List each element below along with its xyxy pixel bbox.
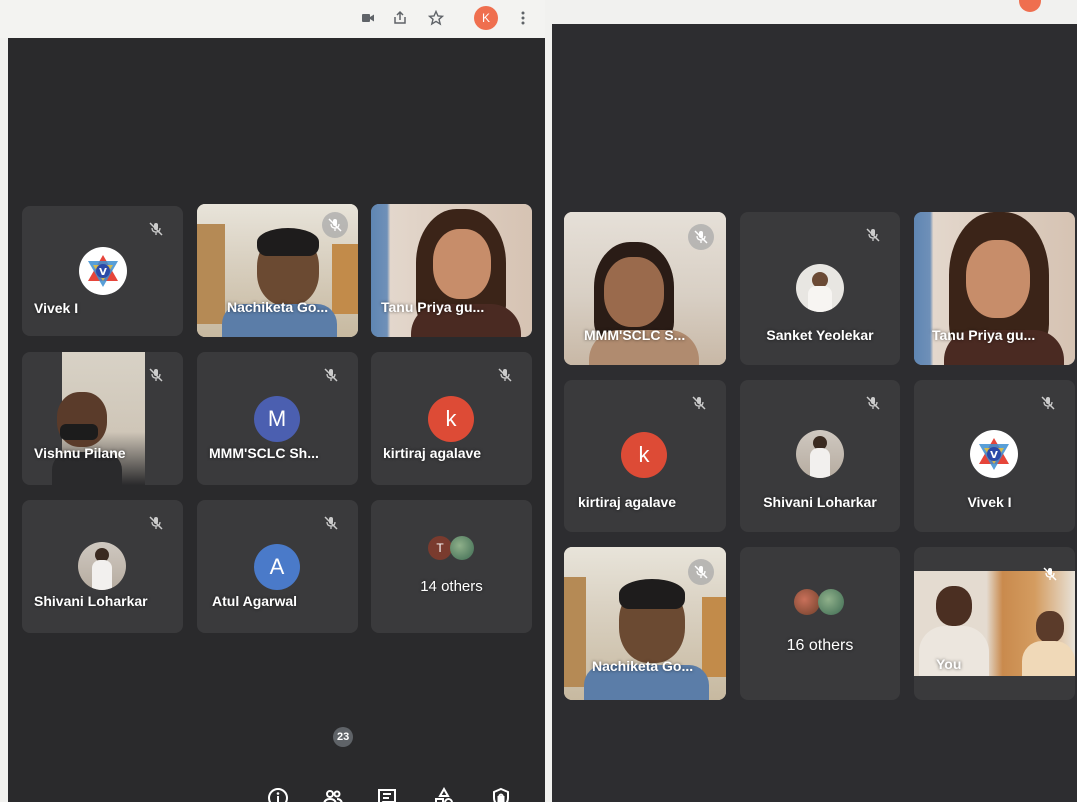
participant-tile[interactable]: MMM'SCLC S... xyxy=(564,212,726,365)
participant-tile[interactable]: Shivani Loharkar xyxy=(740,380,900,532)
vivek-logo-icon: V xyxy=(970,430,1018,478)
mic-off-icon xyxy=(143,216,169,242)
more-icon[interactable] xyxy=(512,7,534,29)
participant-tile[interactable]: A Atul Agarwal xyxy=(197,500,358,633)
mic-off-icon xyxy=(492,362,518,388)
participant-name: Atul Agarwal xyxy=(212,593,298,609)
participant-tile[interactable]: Nachiketa Go... xyxy=(197,204,358,337)
mic-off-icon xyxy=(318,362,344,388)
activities-icon[interactable] xyxy=(429,783,459,802)
participant-tile[interactable]: Vishnu Pilane xyxy=(22,352,183,485)
participant-name: Sanket Yeolekar xyxy=(766,327,874,343)
participant-tile[interactable]: k kirtiraj agalave xyxy=(564,380,726,532)
participant-count-badge: 23 xyxy=(333,727,354,747)
participant-tile[interactable]: Tanu Priya gu... xyxy=(914,212,1075,365)
others-tile[interactable]: T 14 others xyxy=(371,500,532,633)
participant-video xyxy=(52,352,145,485)
camera-icon[interactable] xyxy=(357,7,379,29)
participant-name: Vishnu Pilane xyxy=(34,445,126,461)
participant-tile[interactable]: V Vivek I xyxy=(22,206,183,336)
self-tile[interactable]: You xyxy=(914,547,1075,700)
share-icon[interactable] xyxy=(389,7,411,29)
svg-text:V: V xyxy=(99,267,107,278)
avatar: A xyxy=(254,544,300,590)
participant-name: You xyxy=(936,656,962,672)
mic-off-icon xyxy=(688,224,714,250)
right-meeting-view: MMM'SCLC S... Sanket Yeolekar Tanu Priya… xyxy=(552,24,1077,802)
mic-off-icon xyxy=(688,559,714,585)
participant-tile[interactable]: Tanu Priya gu... xyxy=(371,204,532,337)
others-avatar: T xyxy=(428,536,452,560)
profile-avatar-partial[interactable] xyxy=(1019,0,1041,12)
participant-name: Nachiketa Go... xyxy=(592,658,694,674)
mic-off-icon xyxy=(322,212,348,238)
participant-photo xyxy=(796,430,844,478)
mic-off-icon xyxy=(860,390,886,416)
mic-off-icon xyxy=(1035,390,1061,416)
mic-off-icon xyxy=(686,390,712,416)
participant-name: Shivani Loharkar xyxy=(763,494,877,510)
people-icon[interactable] xyxy=(318,783,348,802)
mic-off-icon xyxy=(143,362,169,388)
participant-photo xyxy=(78,542,126,590)
divider xyxy=(545,0,552,802)
participant-name: MMM'SCLC Sh... xyxy=(209,445,319,461)
participant-tile[interactable]: Sanket Yeolekar xyxy=(740,212,900,365)
participant-video xyxy=(371,204,532,337)
participant-name: kirtiraj agalave xyxy=(578,494,677,510)
others-avatar-photo xyxy=(794,589,820,615)
participant-tile[interactable]: Nachiketa Go... xyxy=(564,547,726,700)
participant-name: Tanu Priya gu... xyxy=(381,299,485,315)
avatar: M xyxy=(254,396,300,442)
avatar: k xyxy=(621,432,667,478)
participant-tile[interactable]: k kirtiraj agalave xyxy=(371,352,532,485)
participant-name: Vivek I xyxy=(34,300,79,316)
mic-off-icon xyxy=(318,510,344,536)
svg-text:V: V xyxy=(990,450,998,461)
participant-tile[interactable]: Shivani Loharkar xyxy=(22,500,183,633)
info-icon[interactable] xyxy=(263,783,293,802)
mic-off-icon xyxy=(860,222,886,248)
chat-icon[interactable] xyxy=(372,783,402,802)
participant-name: Shivani Loharkar xyxy=(34,593,148,609)
profile-avatar[interactable]: K xyxy=(474,6,498,30)
participant-name: kirtiraj agalave xyxy=(383,445,482,461)
mic-off-icon xyxy=(143,510,169,536)
vivek-logo-icon: V xyxy=(79,247,127,295)
participant-photo xyxy=(796,264,844,312)
participant-tile[interactable]: M MMM'SCLC Sh... xyxy=(197,352,358,485)
star-icon[interactable] xyxy=(425,7,447,29)
avatar: k xyxy=(428,396,474,442)
others-tile[interactable]: 16 others xyxy=(740,547,900,700)
left-meeting-view: V Vivek I Nachiketa Go... Tanu Priya gu.… xyxy=(8,38,545,802)
participant-name: MMM'SCLC S... xyxy=(584,327,686,343)
others-avatar-photo xyxy=(818,589,844,615)
participant-name: Tanu Priya gu... xyxy=(932,327,1036,343)
host-controls-icon[interactable] xyxy=(486,783,516,802)
browser-toolbar: K xyxy=(0,0,548,38)
others-count: 16 others xyxy=(786,637,854,654)
mic-off-icon xyxy=(1037,561,1063,587)
participant-name: Nachiketa Go... xyxy=(227,299,329,315)
others-count: 14 others xyxy=(420,578,483,595)
participant-tile[interactable]: V Vivek I xyxy=(914,380,1075,532)
participant-name: Vivek I xyxy=(967,494,1012,510)
others-avatar-photo xyxy=(450,536,474,560)
